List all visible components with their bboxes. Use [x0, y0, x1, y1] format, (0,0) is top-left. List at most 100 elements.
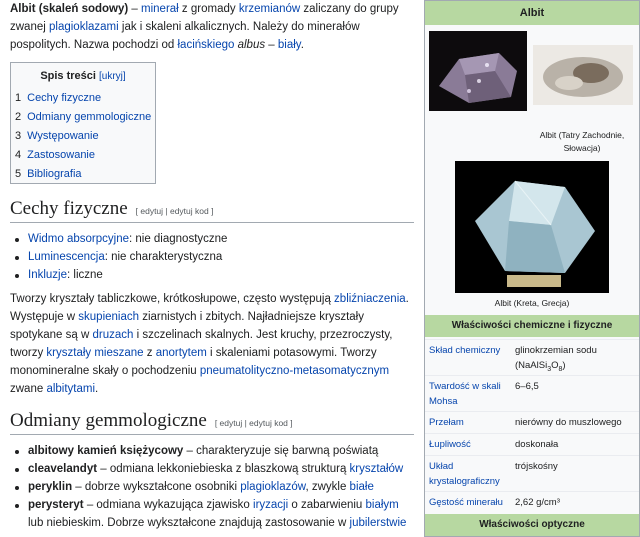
- link-iryzacja[interactable]: iryzacji: [253, 499, 288, 511]
- list-item: albitowy kamień księżycowy – charakteryz…: [15, 442, 416, 460]
- section-chemical-physical: Właściwości chemiczne i fizyczne: [425, 315, 639, 337]
- section-title: Odmiany gemmologiczne: [10, 410, 207, 431]
- link-skupienia[interactable]: skupieniach: [78, 311, 139, 323]
- link-biale[interactable]: białe: [350, 481, 374, 493]
- link-krysztaly[interactable]: kryształów: [350, 463, 404, 475]
- toc-hide-link[interactable]: [ukryj]: [99, 71, 126, 82]
- toc-link-bibliografia[interactable]: Bibliografia: [27, 168, 81, 180]
- section-heading-odmiany: Odmiany gemmologiczne [ edytuj | edytuj k…: [10, 410, 414, 435]
- link-pneumatolityczno[interactable]: pneumatolityczno-metasomatycznym: [200, 365, 389, 377]
- link-jubilerstwo[interactable]: jubilerstwie: [350, 517, 407, 529]
- toc-number: 5: [15, 168, 22, 180]
- row-value-gestosc: 2,62 g/cm³: [515, 497, 560, 508]
- list-item: cleavelandyt – odmiana lekkoniebieska z …: [15, 460, 416, 478]
- varieties-list: albitowy kamień księżycowy – charakteryz…: [0, 442, 416, 532]
- row-value-uklad: trójskośny: [515, 461, 558, 472]
- albit-photo-2[interactable]: [533, 45, 633, 105]
- toc-title-row: Spis treści [ukryj]: [11, 67, 155, 86]
- link-luminescencja[interactable]: Luminescencja: [28, 251, 105, 263]
- toc-link-wystepowanie[interactable]: Występowanie: [27, 130, 98, 142]
- row-key-przelam[interactable]: Przełam: [429, 415, 513, 430]
- link-inkluzje[interactable]: Inkluzje: [28, 269, 67, 281]
- toc-link-cechy[interactable]: Cechy fizyczne: [27, 92, 101, 104]
- properties-list: Widmo absorpcyjne: nie diagnostyczne Lum…: [0, 230, 416, 284]
- caption-1: Albit (Tatry Zachodnie, Słowacja): [539, 130, 625, 153]
- list-item: Inkluzje: liczne: [15, 266, 416, 284]
- infobox-row: Przełam nierówny do muszlowego: [425, 411, 639, 432]
- intro-paragraph: Albit (skaleń sodowy) – minerał z gromad…: [10, 0, 414, 54]
- intro-bold: Albit (skaleń sodowy): [10, 3, 129, 15]
- list-item-text: – odmiana wykazująca zjawisko: [83, 499, 254, 511]
- infobox: Albit Albit (Tatry Zachodnie, Słowacja) …: [424, 0, 640, 537]
- link-plagioklazy[interactable]: plagioklazami: [49, 21, 119, 33]
- description-paragraph: Tworzy kryształy tabliczkowe, krótkosłup…: [10, 290, 412, 398]
- row-value-przelam: nierówny do muszlowego: [515, 417, 622, 428]
- variety-name: albitowy kamień księżycowy: [28, 445, 184, 457]
- intro-text: z gromady: [178, 3, 239, 15]
- intro-text: –: [128, 3, 142, 15]
- toc-item[interactable]: 4 Zastosowanie: [15, 146, 155, 165]
- list-item: Widmo absorpcyjne: nie diagnostyczne: [15, 230, 416, 248]
- row-key-gestosc[interactable]: Gęstość minerału: [429, 495, 513, 510]
- variety-name: perysteryt: [28, 499, 84, 511]
- infobox-row: Układ krystalograficzny trójskośny: [425, 455, 639, 490]
- edit-section-links[interactable]: [ edytuj | edytuj kod ]: [136, 206, 214, 216]
- list-item-text: : liczne: [67, 269, 103, 281]
- infobox-title: Albit: [425, 1, 639, 25]
- albit-photo-1[interactable]: [429, 31, 527, 111]
- link-mineral[interactable]: minerał: [141, 3, 179, 15]
- toc-item[interactable]: 1 Cechy fizyczne: [15, 89, 155, 108]
- albit-photo-3[interactable]: [455, 161, 609, 293]
- list-item-text: lub niebieskim. Dobrze wykształcone znaj…: [28, 517, 350, 529]
- toc-link-zastosowanie[interactable]: Zastosowanie: [27, 149, 95, 161]
- list-item-text: – odmiana lekkoniebieska z blaszkową str…: [97, 463, 350, 475]
- link-widmo[interactable]: Widmo absorpcyjne: [28, 233, 129, 245]
- link-krysztaly-mieszane[interactable]: kryształy mieszane: [46, 347, 143, 359]
- table-of-contents: Spis treści [ukryj] 1 Cechy fizyczne 2 Odm…: [10, 62, 156, 184]
- infobox-row: Gęstość minerału 2,62 g/cm³: [425, 491, 639, 512]
- list-item-text: : nie charakterystyczna: [104, 251, 223, 263]
- intro-italic: albus: [237, 39, 266, 51]
- link-anortyt[interactable]: anortytem: [156, 347, 207, 359]
- intro-text: .: [300, 39, 304, 51]
- list-item-text: o zabarwieniu: [288, 499, 366, 511]
- section-title: Cechy fizyczne: [10, 198, 128, 219]
- toc-item[interactable]: 2 Odmiany gemmologiczne: [15, 108, 155, 127]
- row-key-lupliwosc[interactable]: Łupliwość: [429, 437, 513, 452]
- list-item-text: : nie diagnostyczne: [128, 233, 228, 245]
- row-value-lupliwosc: doskonała: [515, 439, 559, 450]
- link-plagioklazow[interactable]: plagioklazów: [240, 481, 305, 493]
- list-item-text: – charakteryzuje się barwną poświatą: [183, 445, 379, 457]
- row-key-twardosc[interactable]: Twardość w skali Mohsa: [429, 379, 513, 409]
- para-text: .: [95, 383, 99, 395]
- section-optical: Właściwości optyczne: [425, 514, 639, 536]
- caption-2: Albit (Kreta, Grecja): [494, 298, 570, 308]
- toc-number: 3: [15, 130, 22, 142]
- list-item: perysteryt – odmiana wykazująca zjawisko…: [15, 496, 416, 532]
- toc-number: 2: [15, 111, 22, 123]
- edit-section-links[interactable]: [ edytuj | edytuj kod ]: [215, 418, 293, 428]
- link-zblizniaczenia[interactable]: zbliźniaczenia: [334, 293, 406, 305]
- link-lacinski[interactable]: łacińskiego: [178, 39, 235, 51]
- toc-item[interactable]: 3 Występowanie: [15, 127, 155, 146]
- toc-link-odmiany[interactable]: Odmiany gemmologiczne: [27, 111, 151, 123]
- link-druzy[interactable]: druzach: [92, 329, 133, 341]
- value-text: O: [551, 360, 559, 371]
- intro-text: –: [265, 39, 278, 51]
- infobox-row: Skład chemiczny glinokrzemian sodu (NaAl…: [425, 339, 639, 374]
- list-item-text: – dobrze wykształcone osobniki: [72, 481, 241, 493]
- row-key-sklad[interactable]: Skład chemiczny: [429, 343, 513, 358]
- link-krzemiany[interactable]: krzemianów: [239, 3, 300, 15]
- row-key-uklad[interactable]: Układ krystalograficzny: [429, 459, 513, 489]
- row-value-sklad: glinokrzemian sodu (NaAlSi3O8): [515, 343, 635, 377]
- section-heading-cechy: Cechy fizyczne [ edytuj | edytuj kod ]: [10, 198, 414, 223]
- variety-name: cleavelandyt: [28, 463, 98, 475]
- para-text: z: [143, 347, 156, 359]
- row-value-twardosc: 6–6,5: [515, 381, 539, 392]
- infobox-row: Łupliwość doskonała: [425, 433, 639, 454]
- list-item: peryklin – dobrze wykształcone osobniki …: [15, 478, 416, 496]
- link-albityty[interactable]: albitytami: [46, 383, 95, 395]
- link-bialy[interactable]: biały: [278, 39, 301, 51]
- link-bialy-kolor[interactable]: białym: [366, 499, 399, 511]
- toc-item[interactable]: 5 Bibliografia: [15, 165, 155, 184]
